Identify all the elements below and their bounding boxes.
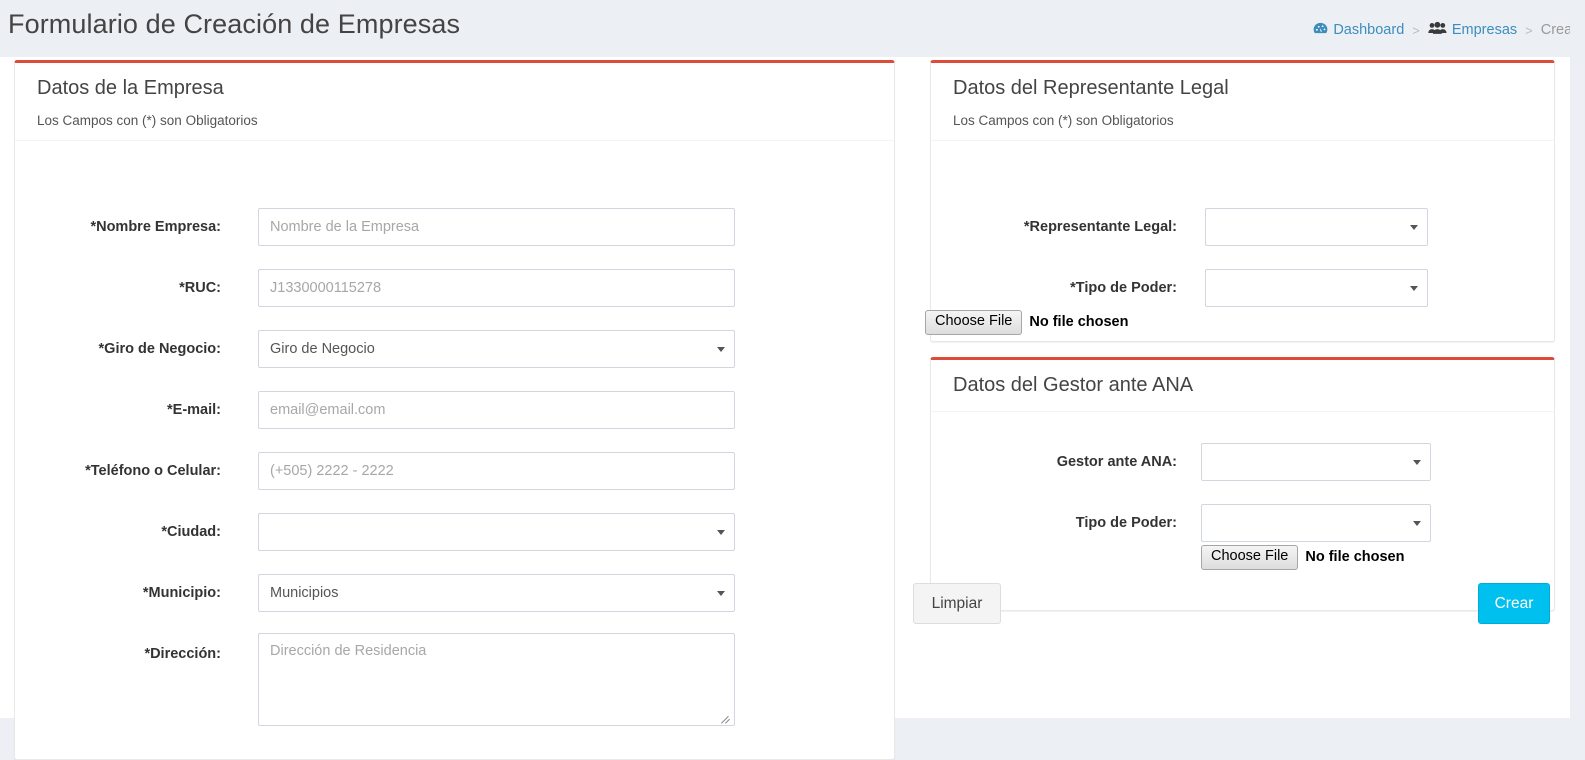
chevron-down-icon [1413,460,1421,465]
select-giro-negocio-value: Giro de Negocio [270,341,375,357]
chevron-down-icon [1413,521,1421,526]
empresa-box-header: Datos de la Empresa Los Campos con (*) s… [15,63,894,141]
chevron-down-icon [717,530,725,535]
select-tipo-poder-representante[interactable] [1205,269,1428,307]
label-representante-legal: *Representante Legal: [1023,219,1177,235]
page-header: Formulario de Creación de Empresas Dashb… [0,0,1585,57]
page-right-gutter [1570,0,1585,718]
breadcrumb-item-dashboard[interactable]: Dashboard [1313,22,1404,39]
label-direccion: *Dirección: [144,646,221,662]
breadcrumb-separator-1: > [1412,22,1420,38]
textarea-direccion[interactable]: Dirección de Residencia [258,633,735,726]
select-gestor-ana[interactable] [1201,443,1431,481]
select-ciudad[interactable] [258,513,735,551]
label-telefono: *Teléfono o Celular: [85,463,221,479]
label-ciudad: *Ciudad: [161,524,221,540]
dashboard-icon [1313,22,1328,39]
users-group-icon [1428,21,1447,39]
representante-box-header: Datos del Representante Legal Los Campos… [931,63,1554,141]
select-municipio-value: Municipios [270,585,339,601]
input-ruc-placeholder: J1330000115278 [270,280,382,296]
label-gestor-ana: Gestor ante ANA: [1056,454,1177,470]
chevron-down-icon [717,347,725,352]
resize-handle-icon[interactable] [720,712,732,724]
label-tipo-poder-gestor: Tipo de Poder: [1075,515,1177,531]
file-status-gestor: No file chosen [1305,549,1405,566]
representante-box: Datos del Representante Legal Los Campos… [925,60,1555,342]
label-email: *E-mail: [167,402,221,418]
select-tipo-poder-gestor[interactable] [1201,504,1431,542]
chevron-down-icon [1410,286,1418,291]
textarea-direccion-placeholder: Dirección de Residencia [270,643,427,659]
select-municipio[interactable]: Municipios [258,574,735,612]
representante-box-subtitle: Los Campos con (*) son Obligatorios [953,113,1174,128]
input-email-placeholder: email@email.com [270,402,386,418]
empresa-box-subtitle: Los Campos con (*) son Obligatorios [37,113,258,128]
content-area: Datos de la Empresa Los Campos con (*) s… [0,57,1570,760]
gestor-box-header: Datos del Gestor ante ANA [931,360,1554,412]
breadcrumb-item-empresas[interactable]: Empresas [1428,21,1517,39]
input-email[interactable]: email@email.com [258,391,735,429]
choose-file-button-gestor[interactable]: Choose File [1201,545,1299,570]
chevron-down-icon [1410,225,1418,230]
empresa-box: Datos de la Empresa Los Campos con (*) s… [14,60,895,760]
choose-file-button-representante[interactable]: Choose File [925,310,1023,335]
submit-button[interactable]: Crear [1478,583,1550,624]
gestor-box: Datos del Gestor ante ANA Gestor ante AN… [930,357,1555,611]
input-nombre-empresa-placeholder: Nombre de la Empresa [270,219,420,235]
input-ruc[interactable]: J1330000115278 [258,269,735,307]
chevron-down-icon [717,591,725,596]
select-giro-negocio[interactable]: Giro de Negocio [258,330,735,368]
breadcrumb-label-dashboard: Dashboard [1333,22,1405,38]
breadcrumb-separator-2: > [1525,22,1533,38]
breadcrumb-label-empresas: Empresas [1451,22,1518,38]
file-input-gestor[interactable]: Choose File No file chosen [1201,545,1404,570]
input-nombre-empresa[interactable]: Nombre de la Empresa [258,208,735,246]
select-representante-legal[interactable] [1205,208,1428,246]
clear-button[interactable]: Limpiar [913,583,1001,624]
label-giro-negocio: *Giro de Negocio: [98,341,221,357]
input-telefono[interactable]: (+505) 2222 - 2222 [258,452,735,490]
file-status-representante: No file chosen [1029,314,1129,331]
input-telefono-placeholder: (+505) 2222 - 2222 [270,463,394,479]
label-ruc: *RUC: [179,280,221,296]
representante-box-title: Datos del Representante Legal [953,77,1229,99]
page-title: Formulario de Creación de Empresas [8,9,461,39]
label-tipo-poder-representante: *Tipo de Poder: [1070,280,1177,296]
file-input-representante[interactable]: Choose File No file chosen [925,310,1128,335]
breadcrumb: Dashboard > Empresas > Crear [1313,21,1577,39]
label-municipio: *Municipio: [142,585,221,601]
empresa-box-title: Datos de la Empresa [37,77,224,99]
gestor-box-title: Datos del Gestor ante ANA [953,374,1194,396]
label-nombre-empresa: *Nombre Empresa: [90,219,221,235]
